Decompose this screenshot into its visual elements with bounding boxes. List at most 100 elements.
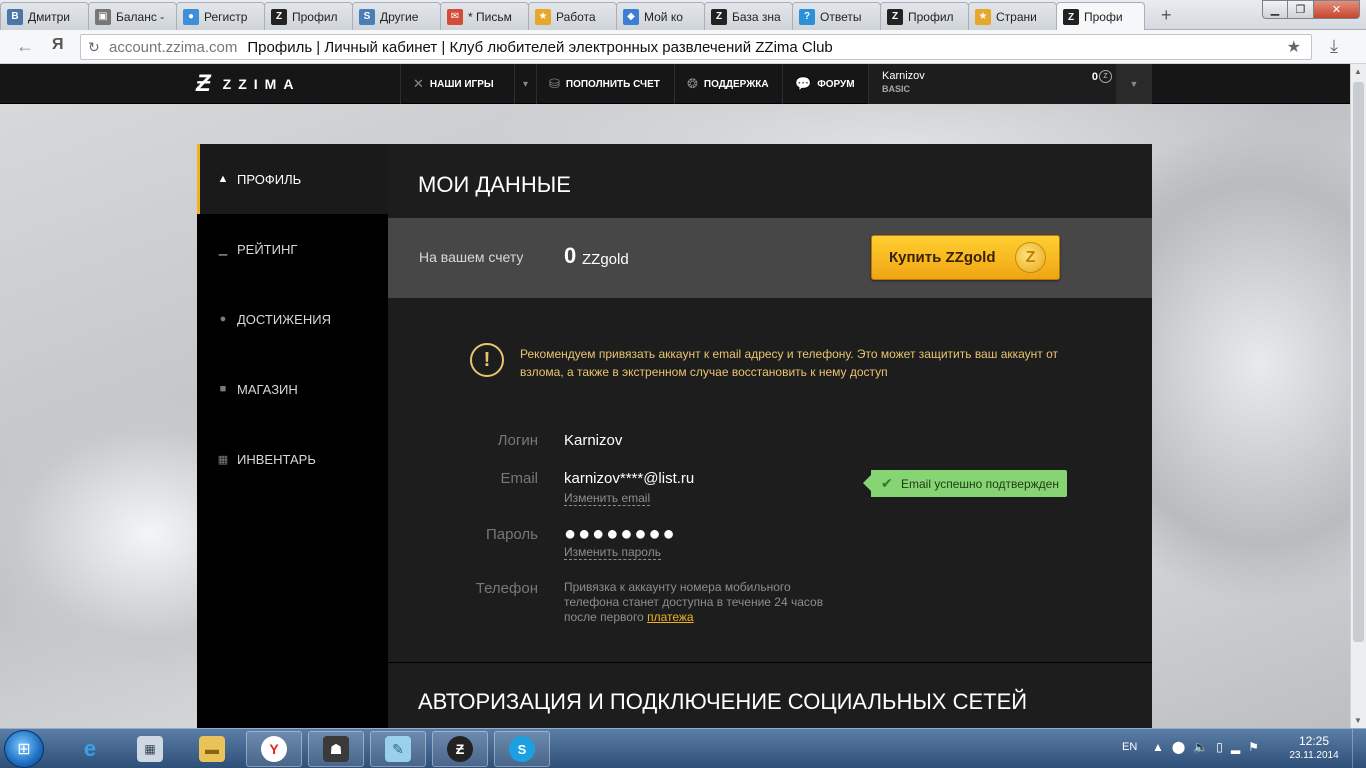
login-label: Логин	[497, 432, 538, 449]
taskbar-zzima[interactable]: Ƶ	[432, 731, 488, 767]
user-balance: 0	[1091, 71, 1098, 83]
taskbar-ie[interactable]: e	[62, 731, 118, 767]
tab-title: Работа	[556, 9, 596, 24]
help-icon: ?	[799, 8, 815, 25]
chat-bubbles-icon: 💬	[795, 76, 812, 91]
coins-icon: ⛁	[549, 76, 560, 91]
sidebar-item-label: РЕЙТИНГ	[237, 241, 298, 257]
tab-title: Ответы	[820, 9, 862, 24]
browser-tab-strip: В Дмитри ▣ Баланс - ● Регистр Z Профил S Другие ✉ *…	[0, 0, 1366, 31]
minimize-button[interactable]: ▁	[1262, 0, 1288, 19]
user-account-menu[interactable]: Karnizov BASIC 0 Z	[868, 64, 1116, 104]
sidebar-item-rating[interactable]: ▁ РЕЙТИНГ	[197, 214, 388, 284]
input-language[interactable]: EN	[1122, 741, 1137, 753]
system-clock[interactable]: 12:25 23.11.2014	[1286, 734, 1342, 761]
url-field[interactable]: ↻ account.zzima.com Профиль | Личный каб…	[80, 34, 1312, 60]
nav-our-games[interactable]: ✕ НАШИ ИГРЫ	[400, 64, 514, 104]
browser-tab[interactable]: ? Ответы	[792, 2, 881, 30]
reload-icon[interactable]: ↻	[88, 39, 100, 56]
star-icon: ★	[975, 8, 991, 25]
ghost-icon: ☗	[323, 736, 349, 762]
page-scrollbar[interactable]: ▲ ▼	[1350, 64, 1366, 728]
browser-tab[interactable]: Z Профил	[880, 2, 969, 30]
volume-icon[interactable]: 🔈	[1193, 740, 1208, 754]
tray-expand-icon[interactable]: ▲	[1152, 740, 1164, 754]
chrome-icon: ●	[183, 8, 199, 25]
taskbar-notepad[interactable]: ✎	[370, 731, 426, 767]
browser-tab[interactable]: Z Профил	[264, 2, 353, 30]
medal-icon: ●	[219, 313, 227, 325]
zzgold-coin-icon: Z	[1099, 70, 1112, 83]
skype-icon: S	[509, 736, 535, 762]
nav-support[interactable]: ❂ ПОДДЕРЖКА	[674, 64, 782, 104]
restore-icon: ❐	[1295, 4, 1306, 16]
show-desktop-button[interactable]	[1352, 729, 1366, 768]
maximize-button[interactable]: ❐	[1288, 0, 1314, 19]
new-tab-button[interactable]: +	[1161, 6, 1172, 24]
taskbar-explorer[interactable]: ▬	[184, 731, 240, 767]
change-password-link[interactable]: Изменить пароль	[564, 545, 661, 560]
zzima-logo-icon: Ƶ	[196, 70, 211, 97]
page-title: МОИ ДАННЫЕ	[418, 172, 571, 197]
browser-tab[interactable]: Z База зна	[704, 2, 793, 30]
tab-title: Регистр	[204, 9, 248, 24]
taskbar-ghost-app[interactable]: ☗	[308, 731, 364, 767]
sidebar-item-label: МАГАЗИН	[237, 381, 298, 397]
scroll-up-icon[interactable]: ▲	[1354, 67, 1362, 76]
browser-tab[interactable]: ▣ Баланс -	[88, 2, 177, 30]
browser-tab[interactable]: S Другие	[352, 2, 441, 30]
browser-tab[interactable]: ★ Страни	[968, 2, 1057, 30]
buy-zzgold-button[interactable]: Купить ZZgold Z	[871, 235, 1060, 280]
taskbar-skype[interactable]: S	[494, 731, 550, 767]
sidebar-item-label: ДОСТИЖЕНИЯ	[237, 311, 331, 327]
logo-text: ZZIMA	[222, 76, 301, 92]
gold-coin-icon: Z	[1015, 242, 1046, 273]
browser-tab[interactable]: ◆ Мой ко	[616, 2, 705, 30]
zzima-logo[interactable]: Ƶ ZZIMA	[196, 70, 301, 97]
browser-tab[interactable]: ★ Работа	[528, 2, 617, 30]
star-icon: ★	[535, 8, 551, 25]
tab-title: * Письм	[468, 9, 512, 24]
taskbar-yandex-browser[interactable]: Y	[246, 731, 302, 767]
calculator-icon: ▦	[137, 736, 163, 762]
download-icon[interactable]: ⤓	[1330, 36, 1338, 57]
back-button[interactable]: ←	[16, 36, 34, 57]
sidebar-item-shop[interactable]: ■ МАГАЗИН	[197, 354, 388, 424]
yandex-button[interactable]: Я	[52, 36, 64, 54]
start-button[interactable]: ⊞	[4, 730, 44, 768]
grid-icon: ▦	[217, 453, 229, 466]
user-menu-dropdown[interactable]: ▼	[1116, 64, 1152, 104]
flag-icon[interactable]: ⚑	[1248, 740, 1259, 754]
browser-tab[interactable]: Z Профи	[1056, 2, 1145, 31]
balance-currency: ZZgold	[582, 251, 629, 268]
user-level: BASIC	[882, 84, 911, 94]
browser-tab[interactable]: ● Регистр	[176, 2, 265, 30]
password-label: Пароль	[485, 526, 538, 543]
page-viewport: Ƶ ZZIMA ✕ НАШИ ИГРЫ ▾ ⛁ ПОПОЛНИТЬ СЧЕТ ❂…	[0, 64, 1350, 728]
scrollbar-thumb[interactable]	[1353, 82, 1364, 642]
scroll-down-icon[interactable]: ▼	[1354, 716, 1362, 725]
nav-top-up[interactable]: ⛁ ПОПОЛНИТЬ СЧЕТ	[536, 64, 674, 104]
device-icon[interactable]: ▯	[1216, 740, 1223, 754]
taskbar-calculator[interactable]: ▦	[122, 731, 178, 767]
close-icon: ✕	[1331, 4, 1342, 16]
password-value: ●●●●●●●●	[564, 523, 677, 545]
sidebar-item-inventory[interactable]: ▦ ИНВЕНТАРЬ	[197, 424, 388, 494]
windows-logo-icon: ⊞	[17, 741, 31, 758]
browser-tab[interactable]: ✉ * Письм	[440, 2, 529, 30]
sidebar-item-achievements[interactable]: ● ДОСТИЖЕНИЯ	[197, 284, 388, 354]
tray-notification-icon[interactable]: ⬤	[1172, 740, 1185, 754]
change-email-link[interactable]: Изменить email	[564, 491, 651, 506]
network-signal-icon[interactable]: ▂	[1231, 740, 1240, 754]
payment-link[interactable]: платежа	[647, 610, 694, 624]
notepad-icon: ✎	[385, 736, 411, 762]
browser-tab[interactable]: В Дмитри	[0, 2, 89, 30]
profile-sidebar: ▲ ПРОФИЛЬ ▁ РЕЙТИНГ ● ДОСТИЖЕНИЯ ■ МАГАЗ…	[197, 144, 388, 728]
sidebar-item-label: ПРОФИЛЬ	[237, 171, 302, 187]
games-dropdown-toggle[interactable]: ▾	[514, 64, 536, 104]
close-window-button[interactable]: ✕	[1314, 0, 1360, 19]
bookmark-star-icon[interactable]: ★	[1287, 37, 1301, 57]
nav-forum[interactable]: 💬 ФОРУМ	[782, 64, 868, 104]
system-tray: ▲ ⬤ 🔈 ▯ ▂ ⚑	[1152, 740, 1259, 754]
sidebar-item-profile[interactable]: ▲ ПРОФИЛЬ	[197, 144, 388, 214]
